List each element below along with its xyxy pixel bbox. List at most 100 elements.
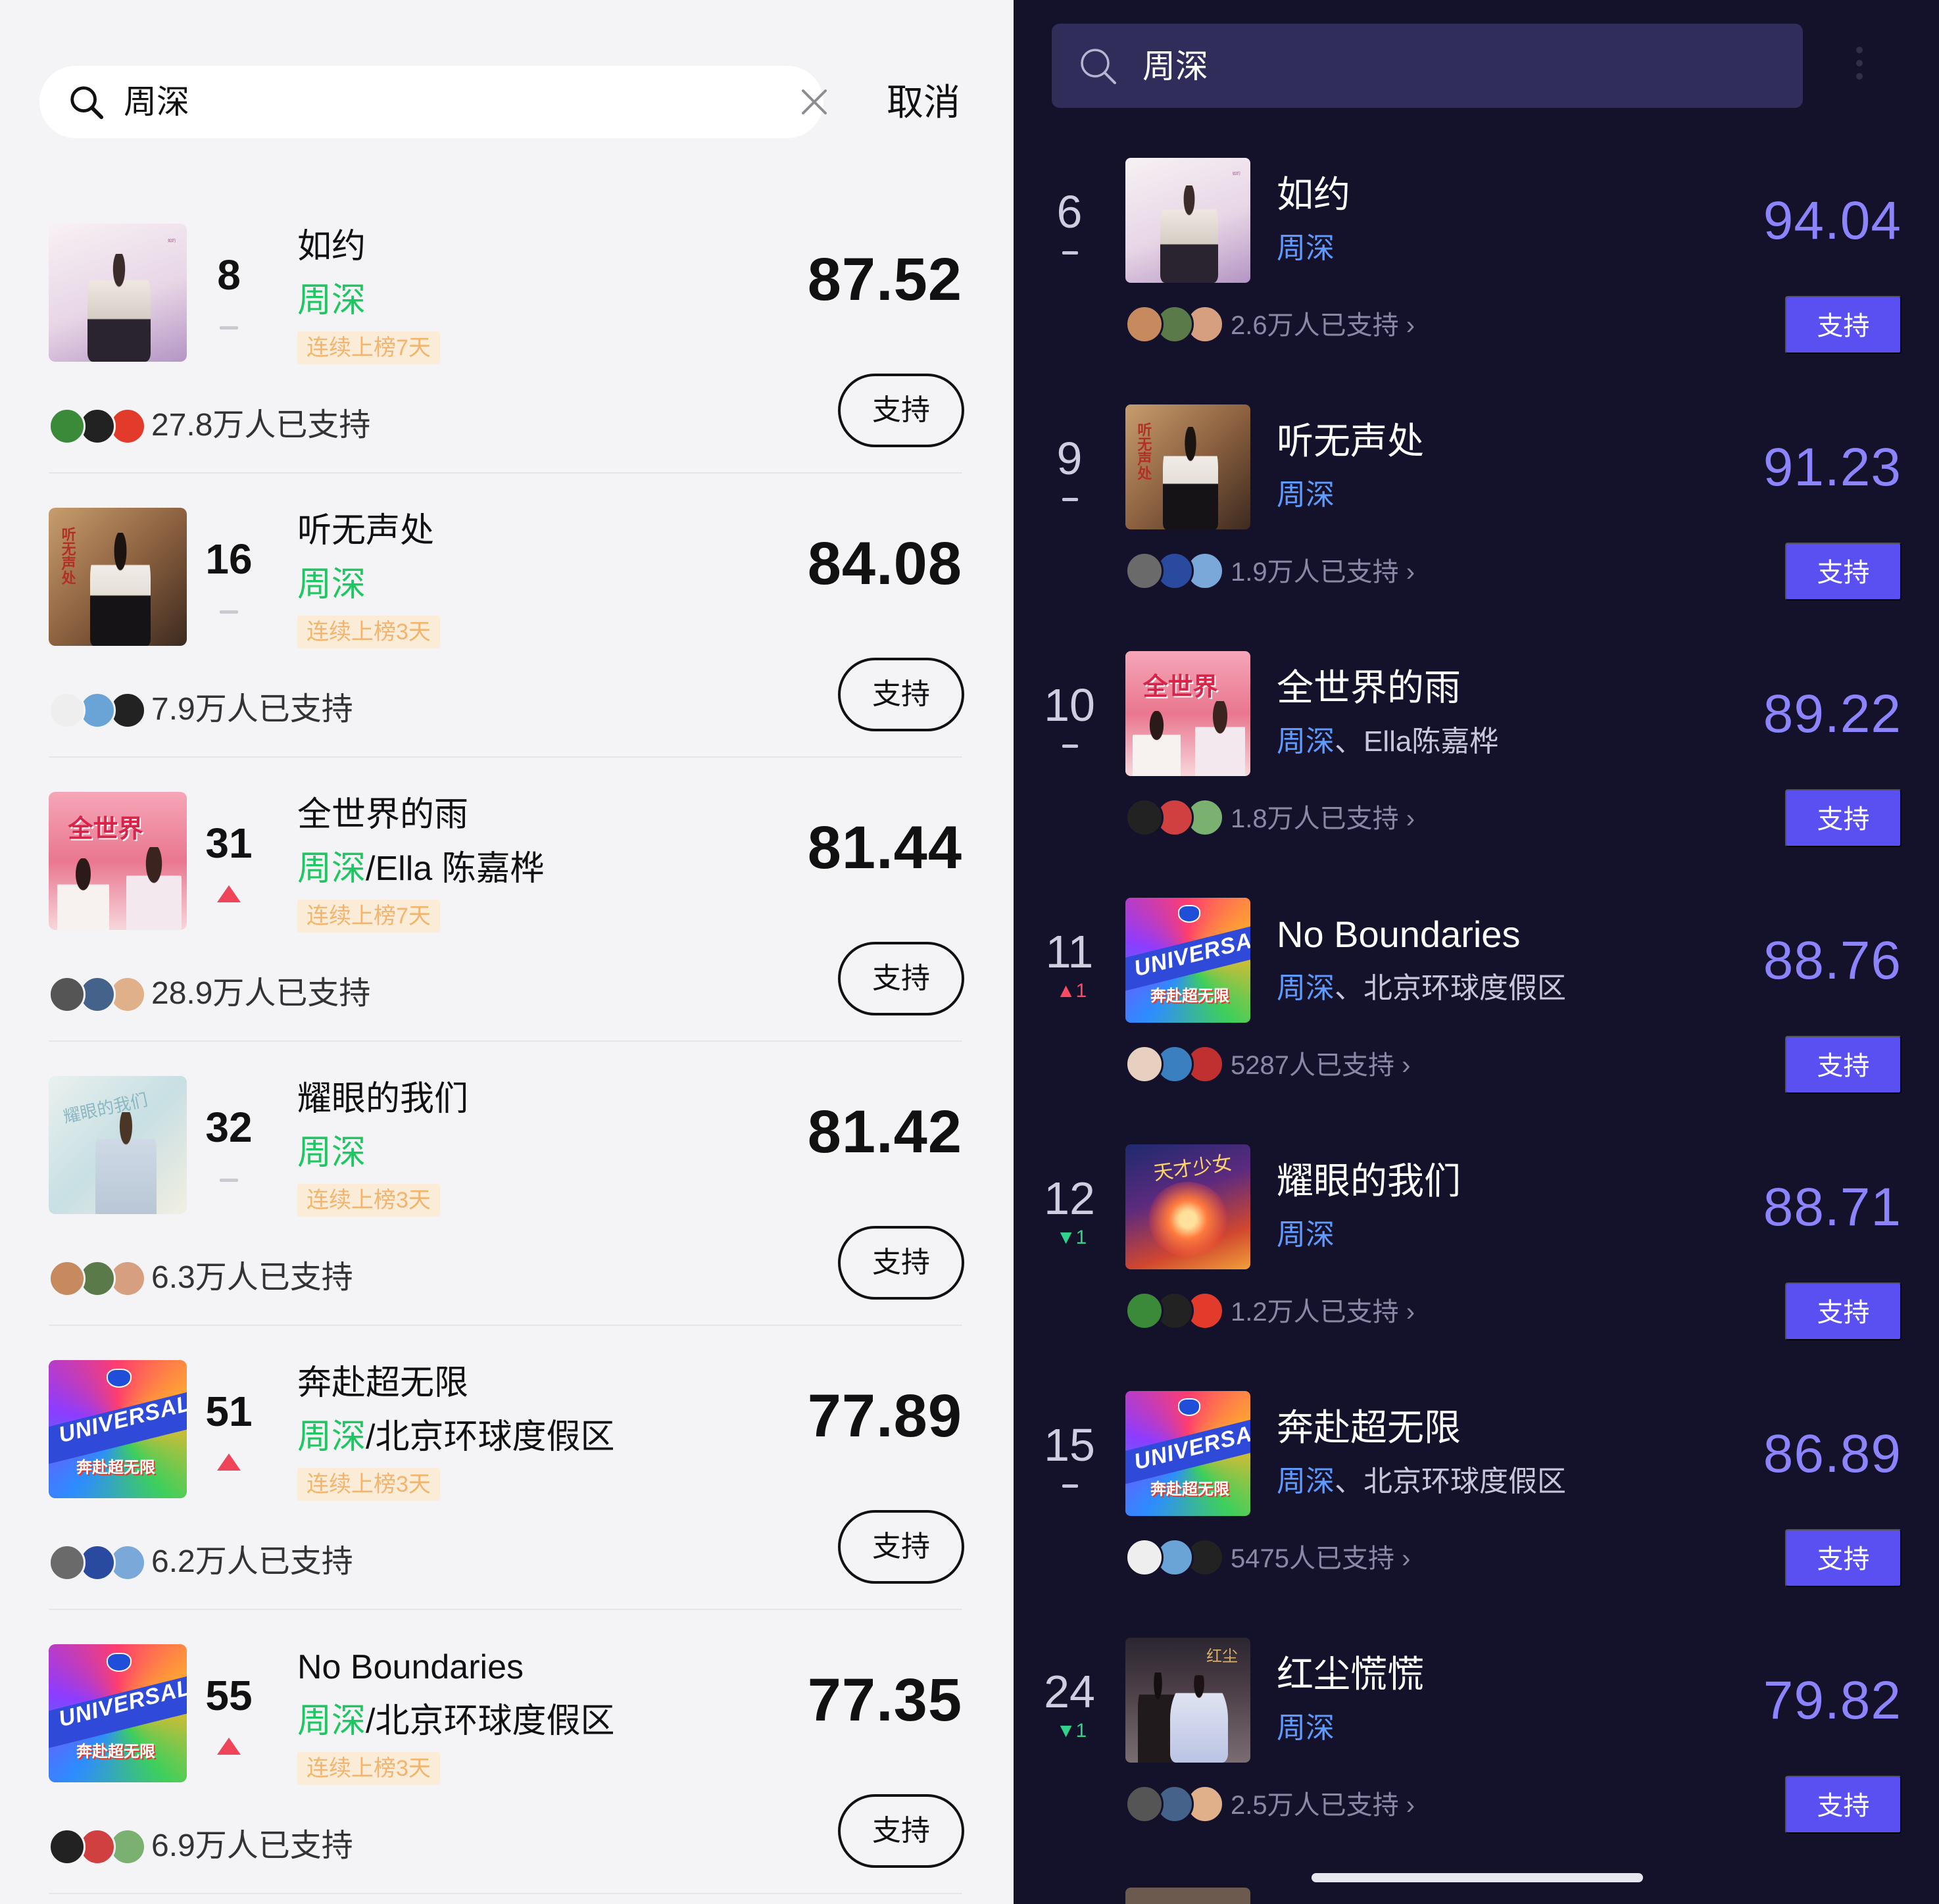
chart-rank: 10 — [1044, 679, 1095, 731]
support-count-link[interactable]: 1.9万人已支持 › — [1231, 552, 1415, 593]
song-result-row[interactable]: 24 ▼1 红尘 红尘慌慌 周深 79.82 支持 2.5万人已支持 › — [1014, 1638, 1939, 1885]
clear-icon[interactable] — [798, 85, 831, 118]
supporter-avatar — [49, 1260, 86, 1297]
artist-link[interactable]: 周深 — [1277, 1465, 1335, 1498]
support-button[interactable]: 支持 — [1785, 1282, 1902, 1340]
artist-rest: 、北京环球度假区 — [1335, 972, 1566, 1004]
support-count: 6.3万人已支持 — [151, 1260, 353, 1295]
home-indicator[interactable] — [1312, 1873, 1643, 1882]
artist-line: 周深/北京环球度假区 — [297, 1414, 614, 1460]
song-result-row[interactable]: 9 听无声处 听无声处 周深 91.23 支持 1.9万人已支持 › — [1014, 404, 1939, 652]
support-button[interactable]: 支持 — [838, 374, 964, 447]
support-button[interactable]: 支持 — [838, 658, 964, 731]
trend-up-icon — [217, 1738, 241, 1755]
artist-link[interactable]: 周深 — [297, 1134, 366, 1172]
support-button[interactable]: 支持 — [838, 1226, 964, 1300]
album-cover[interactable]: UNIVERSAL 奔赴超无限 — [49, 1644, 187, 1782]
support-button[interactable]: 支持 — [1785, 1036, 1902, 1094]
artist-link[interactable]: 周深 — [297, 1702, 366, 1740]
support-count-link[interactable]: 1.8万人已支持 › — [1231, 798, 1415, 839]
song-title: 奔赴超无限 — [297, 1364, 469, 1402]
artist-link[interactable]: 周深 — [297, 850, 366, 888]
row-divider — [49, 1609, 962, 1610]
support-button[interactable]: 支持 — [1785, 1529, 1902, 1587]
search-input[interactable]: 周深 — [124, 79, 189, 125]
song-result-row[interactable]: 听无声处 16 听无声处 周深 连续上榜3天 84.08 支持 7.9万人已支持 — [0, 508, 1014, 793]
support-count: 7.9万人已支持 — [151, 692, 353, 727]
streak-badge: 连续上榜7天 — [297, 331, 440, 364]
supporter-avatar — [49, 408, 86, 445]
song-result-row[interactable]: UNIVERSAL 奔赴超无限 55 No Boundaries 周深/北京环球度… — [0, 1644, 1014, 1904]
artist-link[interactable]: 周深 — [297, 281, 366, 320]
left-search-bar[interactable]: 周深 — [39, 66, 827, 138]
song-result-row[interactable]: 如约 8 如约 周深 连续上榜7天 87.52 支持 27.8万人已支持 — [0, 224, 1014, 509]
chart-rank: 32 — [205, 1104, 253, 1151]
search-input[interactable]: 周深 — [1142, 43, 1208, 89]
chart-rank: 11 — [1045, 926, 1094, 977]
album-cover[interactable]: 听无声处 — [49, 508, 187, 646]
album-cover[interactable]: 红尘 — [1125, 1638, 1250, 1763]
support-button[interactable]: 支持 — [838, 1510, 964, 1584]
album-cover[interactable]: UNIVERSAL 奔赴超无限 — [1125, 898, 1250, 1023]
support-button[interactable]: 支持 — [838, 942, 964, 1015]
artist-link[interactable]: 周深 — [1277, 725, 1335, 758]
artist-link[interactable]: 周深 — [1277, 1712, 1335, 1744]
song-title: 全世界的雨 — [297, 796, 469, 834]
album-cover[interactable]: 天才少女 — [1125, 1144, 1250, 1269]
artist-rest: /北京环球度假区 — [366, 1418, 615, 1456]
artist-rest: 、Ella陈嘉桦 — [1335, 725, 1499, 758]
search-icon — [1081, 49, 1116, 84]
support-button[interactable]: 支持 — [1785, 296, 1902, 354]
song-result-row[interactable]: 6 如约 如约 周深 94.04 支持 2.6万人已支持 › — [1014, 158, 1939, 405]
album-cover[interactable]: 如约 — [1125, 158, 1250, 283]
song-result-row[interactable]: 耀眼的我们 32 耀眼的我们 周深 连续上榜3天 81.42 支持 6.3万人已… — [0, 1076, 1014, 1361]
search-icon — [70, 86, 104, 120]
artist-line: 周深 — [297, 278, 366, 324]
song-title: 奔赴超无限 — [1277, 1407, 1461, 1448]
artist-link[interactable]: 周深 — [1277, 479, 1335, 511]
more-icon[interactable] — [1840, 43, 1879, 83]
support-count: 6.2万人已支持 — [151, 1544, 353, 1579]
support-button[interactable]: 支持 — [838, 1794, 964, 1868]
artist-link[interactable]: 周深 — [1277, 1219, 1335, 1251]
song-result-row[interactable]: 12 ▼1 天才少女 耀眼的我们 周深 88.71 支持 1.2万人已支持 › — [1014, 1144, 1939, 1392]
song-result-row[interactable]: 全世界 31 全世界的雨 周深/Ella 陈嘉桦 连续上榜7天 81.44 支持… — [0, 792, 1014, 1077]
album-cover[interactable]: UNIVERSAL 奔赴超无限 — [1125, 1391, 1250, 1516]
artist-link[interactable]: 周深 — [1277, 972, 1335, 1004]
song-result-row[interactable]: UNIVERSAL 奔赴超无限 51 奔赴超无限 周深/北京环球度假区 连续上榜3… — [0, 1360, 1014, 1646]
support-count-link[interactable]: 2.5万人已支持 › — [1231, 1785, 1415, 1826]
supporter-avatars — [49, 408, 147, 445]
song-result-row[interactable]: 11 ▲1 UNIVERSAL 奔赴超无限 No Boundaries 周深、北京… — [1014, 898, 1939, 1145]
support-button[interactable]: 支持 — [1785, 543, 1902, 600]
row-divider — [49, 756, 962, 758]
album-cover[interactable]: 听无声处 — [1125, 404, 1250, 529]
supporter-avatar — [1125, 552, 1164, 590]
chart-score: 81.44 — [807, 814, 962, 881]
support-button[interactable]: 支持 — [1785, 1776, 1902, 1834]
artist-link[interactable]: 周深 — [297, 1418, 366, 1456]
support-count-link[interactable]: 5475人已支持 › — [1231, 1538, 1410, 1579]
support-count-link[interactable]: 5287人已支持 › — [1231, 1045, 1410, 1086]
cancel-button[interactable]: 取消 — [887, 78, 960, 128]
song-result-row[interactable]: 10 全世界 全世界的雨 周深、Ella陈嘉桦 89.22 支持 1.8万人已支… — [1014, 651, 1939, 898]
album-cover[interactable]: UNIVERSAL 奔赴超无限 — [49, 1360, 187, 1498]
artist-line: 周深 — [1277, 476, 1335, 515]
album-cover[interactable]: 全世界 — [1125, 651, 1250, 776]
song-result-row[interactable]: 15 UNIVERSAL 奔赴超无限 奔赴超无限 周深、北京环球度假区 86.89… — [1014, 1391, 1939, 1638]
album-cover[interactable]: 全世界 — [49, 792, 187, 930]
song-title: 耀眼的我们 — [1277, 1160, 1461, 1202]
row-divider — [49, 1893, 962, 1894]
album-cover[interactable]: 耀眼的我们 — [49, 1076, 187, 1214]
support-count-link[interactable]: 1.2万人已支持 › — [1231, 1292, 1415, 1332]
album-cover[interactable]: 如约 — [49, 224, 187, 362]
support-button[interactable]: 支持 — [1785, 789, 1902, 847]
artist-link[interactable]: 周深 — [297, 566, 366, 604]
supporter-avatars — [1125, 1292, 1224, 1332]
trend-flat-icon — [220, 1179, 238, 1182]
support-count: 27.8万人已支持 — [151, 408, 371, 443]
artist-line: 周深 — [1277, 229, 1335, 268]
artist-link[interactable]: 周深 — [1277, 232, 1335, 264]
right-search-bar[interactable]: 周深 — [1052, 24, 1803, 108]
support-count-link[interactable]: 2.6万人已支持 › — [1231, 305, 1415, 346]
streak-badge: 连续上榜3天 — [297, 1184, 440, 1217]
